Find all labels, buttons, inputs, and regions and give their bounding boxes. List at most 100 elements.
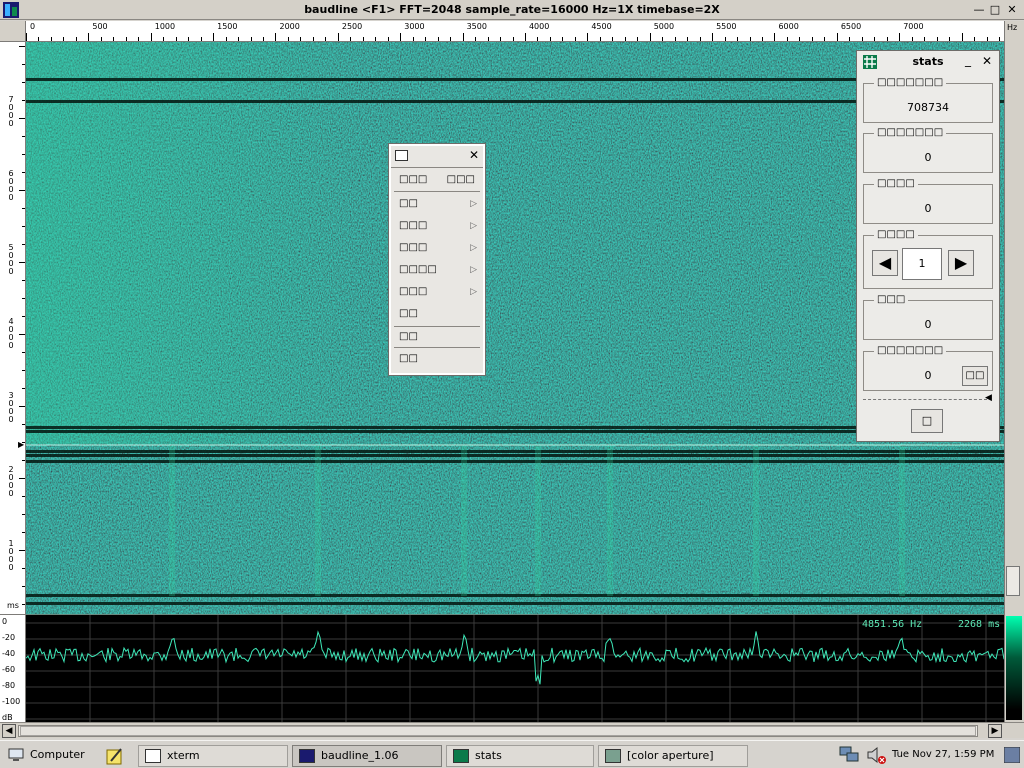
ruler-tick bbox=[712, 33, 714, 41]
ruler-tick bbox=[512, 37, 514, 41]
ruler-tick bbox=[961, 33, 963, 41]
stats-group-label: □□□□ bbox=[874, 229, 918, 240]
collapse-arrow-icon[interactable]: ◀ bbox=[985, 393, 992, 403]
ruler-tick bbox=[88, 33, 90, 41]
reset-button[interactable]: □□ bbox=[962, 366, 988, 386]
window-titlebar[interactable]: baudline <F1> FFT=2048 sample_rate=16000… bbox=[0, 0, 1024, 20]
task-window-icon bbox=[453, 749, 469, 763]
ruler-tick bbox=[624, 37, 626, 41]
computer-label: Computer bbox=[30, 748, 85, 761]
previous-button[interactable]: ◀ bbox=[872, 250, 898, 276]
popup-menu[interactable]: ✕ □□□ □□□ □□ ▷ □□□ ▷ □□□ ▷ □□□□ ▷ □□□ ▷ □□ □□ □□ bbox=[388, 143, 486, 376]
ruler-tick bbox=[824, 37, 826, 41]
ruler-tick bbox=[612, 37, 614, 41]
ruler-tick bbox=[387, 37, 389, 41]
stats-window[interactable]: stats _ ✕ □□□□□□□ 708734 □□□□□□□ 0 □□□□ … bbox=[856, 50, 1000, 442]
frequency-tick-label: 5000 bbox=[653, 22, 675, 31]
ruler-tick bbox=[674, 37, 676, 41]
scroll-thumb[interactable] bbox=[20, 726, 976, 736]
stats-close-button[interactable]: ✕ bbox=[982, 54, 992, 68]
vertical-scroll-thumb[interactable] bbox=[1006, 566, 1020, 596]
volume-muted-icon[interactable] bbox=[866, 745, 888, 765]
ruler-tick bbox=[22, 136, 25, 137]
maximize-button[interactable]: □ bbox=[988, 3, 1002, 17]
taskbar-task-button[interactable]: baudline_1.06 bbox=[292, 745, 442, 767]
ruler-tick bbox=[974, 37, 976, 41]
taskbar-task-label: baudline_1.06 bbox=[321, 749, 399, 762]
window-icon bbox=[395, 150, 408, 161]
spectrogram-pulse bbox=[315, 446, 321, 596]
scroll-right-button[interactable]: ▶ bbox=[988, 724, 1002, 738]
notes-launcher[interactable] bbox=[104, 745, 128, 767]
stats-titlebar[interactable]: stats _ ✕ bbox=[857, 51, 999, 73]
ruler-tick bbox=[774, 33, 776, 41]
ruler-tick bbox=[263, 37, 264, 41]
time-ruler[interactable]: ms 7 0 0 0 6 0 0 0 5 0 0 0 4 0 0 0 3 0 0 0 2 0 0 0 1 0 0 0 ▶ bbox=[0, 42, 26, 614]
ruler-tick bbox=[849, 37, 851, 41]
ruler-tick bbox=[400, 33, 402, 41]
stats-title: stats bbox=[912, 55, 944, 68]
popup-menu-item[interactable]: □□□ ▷ bbox=[395, 238, 479, 258]
taskbar: Computer xterm baudline_1.06 stats [color a… bbox=[0, 740, 1024, 768]
popup-menu-item[interactable]: □□□ ▷ bbox=[395, 216, 479, 236]
time-tick-label: 2000 bbox=[8, 465, 14, 498]
stats-group-3: □□□□ 0 bbox=[863, 178, 993, 224]
stats-value: 0 bbox=[924, 202, 932, 215]
time-tick-label: 6000 bbox=[8, 169, 14, 202]
popup-menu-item[interactable]: □□□□ ▷ bbox=[395, 260, 479, 280]
popup-footer-item-2[interactable]: □□ bbox=[395, 349, 479, 369]
time-tick-label: 5000 bbox=[8, 243, 14, 276]
ruler-tick bbox=[562, 37, 564, 41]
ruler-tick bbox=[19, 46, 25, 47]
taskbar-task-button[interactable]: xterm bbox=[138, 745, 288, 767]
ruler-tick bbox=[22, 244, 25, 245]
taskbar-task-button[interactable]: stats bbox=[446, 745, 594, 767]
submenu-arrow-icon: ▷ bbox=[470, 287, 477, 297]
taskbar-task-button[interactable]: [color aperture] bbox=[598, 745, 748, 767]
spectrum-panel[interactable]: 4851.56 Hz 2268 ms bbox=[25, 614, 1005, 723]
ruler-tick bbox=[412, 37, 414, 41]
popup-menu-item[interactable]: □□ bbox=[395, 304, 479, 324]
ruler-tick bbox=[26, 33, 27, 41]
db-tick-label: -20 bbox=[2, 633, 16, 642]
db-tick-label: 0 bbox=[2, 617, 8, 626]
clock[interactable]: Tue Nov 27, 1:59 PM bbox=[892, 745, 998, 767]
popup-menu-item[interactable]: □□□ ▷ bbox=[395, 282, 479, 302]
window-title: baudline <F1> FFT=2048 sample_rate=16000… bbox=[304, 3, 720, 16]
ruler-corner bbox=[0, 21, 26, 42]
popup-menu-header: ✕ bbox=[391, 146, 483, 168]
next-button[interactable]: ▶ bbox=[948, 250, 974, 276]
frequency-ruler[interactable]: 0 500 1000 1500 2000 2500 3000 3500 4000 4500 5000… bbox=[26, 21, 1004, 42]
computer-menu[interactable]: Computer bbox=[6, 745, 102, 767]
stats-group-label: □□□□□□□ bbox=[874, 127, 947, 138]
popup-footer-item-1[interactable]: □□ bbox=[395, 327, 479, 347]
stats-minimize-button[interactable]: _ bbox=[965, 53, 971, 67]
cursor-arrow-icon[interactable]: ▶ bbox=[18, 440, 24, 449]
scroll-left-button[interactable]: ◀ bbox=[2, 724, 16, 738]
ruler-tick bbox=[936, 37, 938, 41]
stats-group-2: □□□□□□□ 0 bbox=[863, 127, 993, 173]
index-spinbox[interactable]: 1 bbox=[902, 248, 942, 280]
workspace-switcher-icon[interactable] bbox=[1004, 747, 1020, 763]
popup-header-left: □□□ bbox=[399, 174, 428, 185]
horizontal-scrollbar[interactable]: ◀ ▶ bbox=[0, 722, 1024, 738]
spectrogram-pulse bbox=[169, 446, 175, 596]
ruler-tick bbox=[337, 33, 339, 41]
ruler-tick bbox=[537, 37, 539, 41]
network-icon[interactable] bbox=[838, 745, 860, 765]
minimize-button[interactable]: — bbox=[972, 3, 986, 17]
ruler-tick bbox=[425, 37, 427, 41]
pencil-notes-icon bbox=[106, 748, 122, 765]
ruler-tick bbox=[587, 33, 589, 41]
close-button[interactable]: ✕ bbox=[1005, 3, 1019, 17]
ruler-tick bbox=[22, 532, 25, 533]
popup-close-button[interactable]: ✕ bbox=[469, 148, 479, 162]
popup-menu-item[interactable]: □□ ▷ bbox=[395, 194, 479, 214]
ruler-tick bbox=[19, 190, 25, 191]
stats-group-6: □□□□□□□ 0 □□ bbox=[863, 345, 993, 391]
ruler-tick bbox=[22, 154, 25, 155]
stats-bottom-button[interactable]: □ bbox=[911, 409, 943, 433]
popup-menu-item-label: □□□ bbox=[399, 242, 428, 253]
ruler-tick bbox=[475, 37, 477, 41]
ruler-tick bbox=[524, 33, 526, 41]
